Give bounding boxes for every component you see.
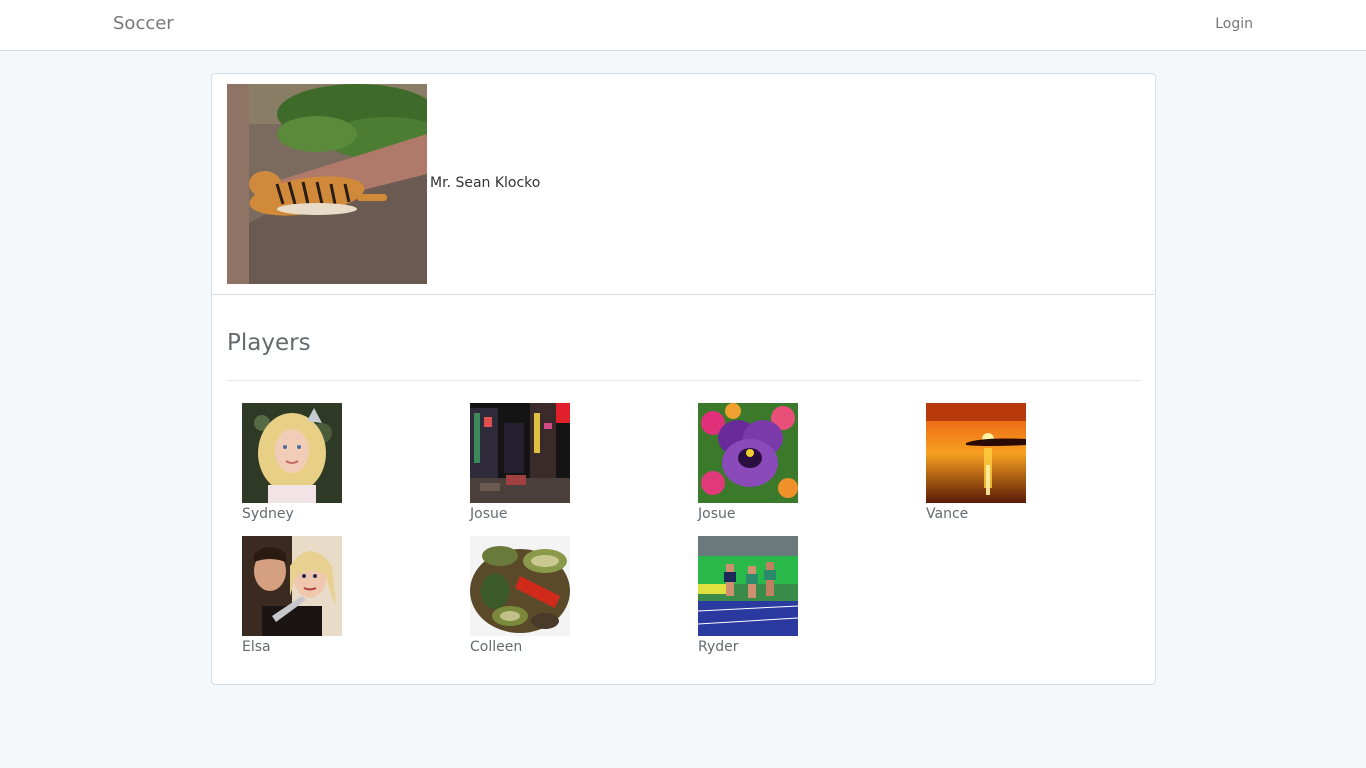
player-card[interactable]: Elsa [242,536,352,655]
top-navbar: Soccer Login [0,0,1366,51]
player-name[interactable]: Colleen [470,639,580,655]
player-name[interactable]: Sydney [242,506,352,522]
player-photo[interactable] [926,403,1026,503]
player-card[interactable]: Sydney [242,403,352,522]
team-panel: Mr. Sean Klocko Players Sydney Josue Jos… [211,73,1156,685]
player-card[interactable]: Josue [470,403,580,522]
player-photo[interactable] [698,403,798,503]
coach-header: Mr. Sean Klocko [212,74,1155,295]
player-photo[interactable] [242,403,342,503]
players-heading: Players [227,330,311,356]
player-photo[interactable] [242,536,342,636]
player-name[interactable]: Josue [470,506,580,522]
player-name[interactable]: Elsa [242,639,352,655]
player-photo[interactable] [698,536,798,636]
player-photo[interactable] [470,536,570,636]
player-name[interactable]: Vance [926,506,1036,522]
coach-photo [227,84,427,284]
login-link[interactable]: Login [1215,16,1253,32]
player-name[interactable]: Josue [698,506,808,522]
section-divider [227,380,1140,381]
player-card[interactable]: Ryder [698,536,808,655]
player-card[interactable]: Josue [698,403,808,522]
brand-link[interactable]: Soccer [113,13,174,34]
player-card[interactable]: Vance [926,403,1036,522]
coach-name: Mr. Sean Klocko [430,175,541,191]
player-photo[interactable] [470,403,570,503]
player-name[interactable]: Ryder [698,639,808,655]
player-card[interactable]: Colleen [470,536,580,655]
